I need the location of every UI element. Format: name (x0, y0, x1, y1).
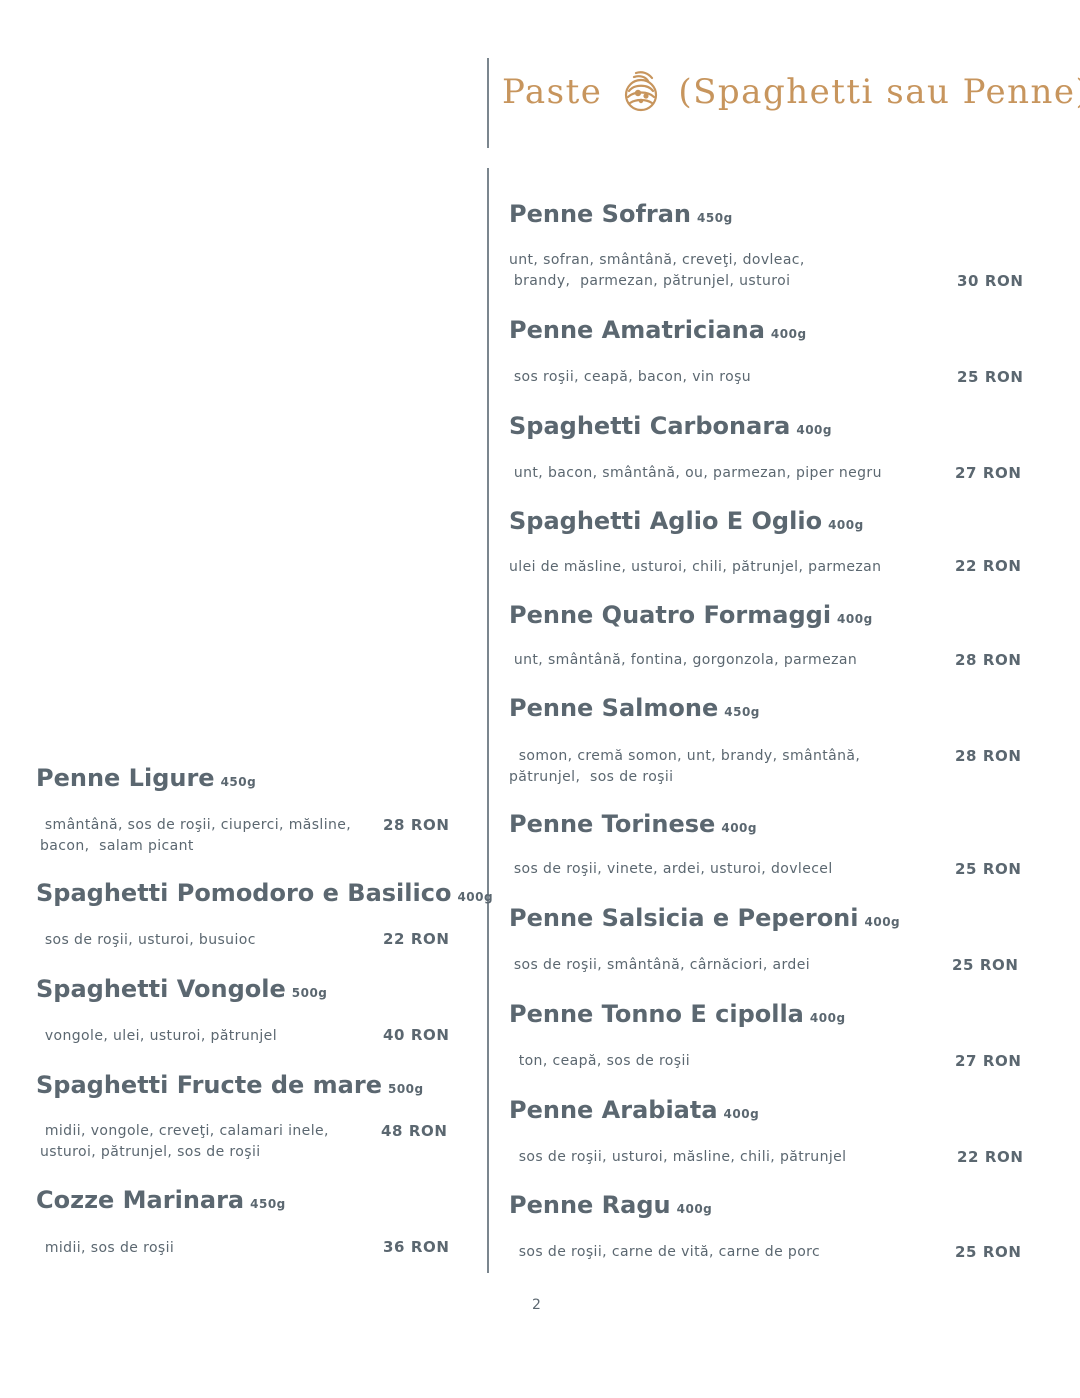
item-description: somon, cremă somon, unt, brandy, smântân… (509, 748, 861, 785)
menu-item: Penne Quatro Formaggi 400g unt, smântână,… (509, 600, 1021, 669)
item-name: Penne Torinese 400g (509, 810, 757, 838)
pasta-bowl-icon (618, 69, 664, 115)
menu-item: Penne Torinese 400g sos de roşii, vinete,… (509, 809, 1021, 878)
item-price: 28 RON (383, 816, 450, 834)
item-description: smântână, sos de roşii, ciuperci, măslin… (40, 817, 352, 854)
item-weight: 450g (697, 211, 733, 225)
item-price: 22 RON (383, 930, 450, 948)
item-price: 36 RON (383, 1238, 450, 1256)
item-price: 28 RON (955, 747, 1022, 765)
section-title-left: Paste (502, 72, 603, 112)
item-description: sos de roşii, usturoi, măsline, chili, p… (509, 1149, 847, 1165)
item-weight: 400g (770, 327, 807, 341)
item-price: 25 RON (957, 368, 1024, 386)
item-weight: 400g (837, 612, 873, 626)
item-name: Spaghetti Vongole 500g (36, 975, 328, 1003)
item-weight: 400g (721, 821, 757, 835)
item-price: 25 RON (952, 956, 1019, 974)
item-price: 22 RON (957, 1148, 1024, 1166)
item-price: 22 RON (955, 557, 1022, 575)
divider-top (487, 58, 489, 148)
menu-item: Spaghetti Vongole 500g vongole, ulei, ust… (36, 974, 449, 1044)
item-weight: 400g (809, 1011, 846, 1025)
item-description: unt, sofran, smântână, creveţi, dovleac,… (509, 252, 805, 289)
menu-item: Spaghetti Aglio E Oglio 400g ulei de măsl… (509, 506, 1021, 575)
item-price: 25 RON (955, 1243, 1022, 1261)
item-price: 27 RON (955, 1052, 1022, 1070)
menu-item: Penne Salmone 450g somon, cremă somon, un… (509, 693, 1021, 785)
item-description: sos roşii, ceapă, bacon, vin roşu (509, 369, 752, 385)
item-name: Penne Quatro Formaggi 400g (509, 601, 873, 629)
item-weight: 500g (291, 986, 328, 1000)
section-title: Paste (Spaghetti sau Penne) (502, 62, 1080, 122)
menu-item: Spaghetti Fructe de mare 500g midii, vong… (36, 1070, 447, 1160)
item-name: Penne Ligure 450g (36, 764, 257, 792)
item-description: sos de roşii, usturoi, busuioc (40, 932, 256, 948)
item-name: Penne Tonno E cipolla 400g (509, 1000, 846, 1028)
item-name: Penne Amatriciana 400g (509, 316, 807, 344)
menu-item: Penne Sofran 450g unt, sofran, smântână, … (509, 199, 1023, 290)
menu-item: Penne Arabiata 400g sos de roşii, usturoi… (509, 1095, 1023, 1166)
divider-main (487, 168, 489, 1273)
item-name: Penne Sofran 450g (509, 200, 733, 228)
item-name: Spaghetti Fructe de mare 500g (36, 1071, 424, 1099)
menu-item: Penne Salsicia e Peperoni 400g sos de roş… (509, 903, 1018, 974)
page-number: 2 (532, 1297, 541, 1313)
item-description: sos de roşii, smântână, cârnăciori, arde… (509, 957, 811, 973)
item-weight: 400g (828, 518, 864, 532)
item-name: Penne Salmone 450g (509, 694, 760, 722)
item-description: ton, ceapă, sos de roşii (509, 1053, 691, 1069)
item-weight: 400g (723, 1107, 760, 1121)
item-weight: 400g (796, 423, 832, 437)
menu-item: Spaghetti Pomodoro e Basilico 400g sos de… (36, 878, 494, 948)
item-name: Penne Arabiata 400g (509, 1096, 760, 1124)
item-name: Spaghetti Aglio E Oglio 400g (509, 507, 864, 535)
item-description: unt, smântână, fontina, gorgonzola, parm… (509, 652, 858, 668)
item-weight: 400g (864, 915, 901, 929)
item-price: 28 RON (955, 651, 1022, 669)
menu-item: Penne Ragu 400g sos de roşii, carne de vi… (509, 1190, 1021, 1261)
menu-item: Cozze Marinara 450g midii, sos de roşii 3… (36, 1185, 449, 1256)
menu-item: Spaghetti Carbonara 400g unt, bacon, smân… (509, 411, 1021, 482)
item-name: Spaghetti Pomodoro e Basilico 400g (36, 879, 494, 907)
item-description: midii, sos de roşii (40, 1240, 175, 1256)
menu-item: Penne Amatriciana 400g sos roşii, ceapă, … (509, 315, 1023, 386)
item-weight: 450g (250, 1197, 286, 1211)
item-price: 25 RON (955, 860, 1022, 878)
item-weight: 400g (457, 890, 494, 904)
item-name: Penne Salsicia e Peperoni 400g (509, 904, 901, 932)
item-weight: 450g (724, 705, 760, 719)
item-description: vongole, ulei, usturoi, pătrunjel (40, 1028, 277, 1044)
item-description: ulei de măsline, usturoi, chili, pătrunj… (509, 559, 882, 575)
item-name: Spaghetti Carbonara 400g (509, 412, 832, 440)
item-description: sos de roşii, carne de vită, carne de po… (509, 1244, 821, 1260)
item-price: 48 RON (381, 1122, 448, 1140)
item-price: 30 RON (957, 272, 1024, 290)
item-description: sos de roşii, vinete, ardei, usturoi, do… (509, 861, 833, 877)
item-weight: 400g (676, 1202, 713, 1216)
section-title-right: (Spaghetti sau Penne) (678, 72, 1080, 112)
item-weight: 450g (220, 775, 257, 789)
menu-item: Penne Tonno E cipolla 400g ton, ceapă, so… (509, 999, 1021, 1070)
item-name: Penne Ragu 400g (509, 1191, 713, 1219)
item-price: 40 RON (383, 1026, 450, 1044)
item-description: midii, vongole, creveţi, calamari inele,… (40, 1123, 329, 1160)
item-name: Cozze Marinara 450g (36, 1186, 286, 1214)
item-description: unt, bacon, smântână, ou, parmezan, pipe… (509, 465, 882, 481)
item-weight: 500g (387, 1082, 424, 1096)
menu-item: Penne Ligure 450g smântână, sos de roşii,… (36, 763, 449, 854)
item-price: 27 RON (955, 464, 1022, 482)
